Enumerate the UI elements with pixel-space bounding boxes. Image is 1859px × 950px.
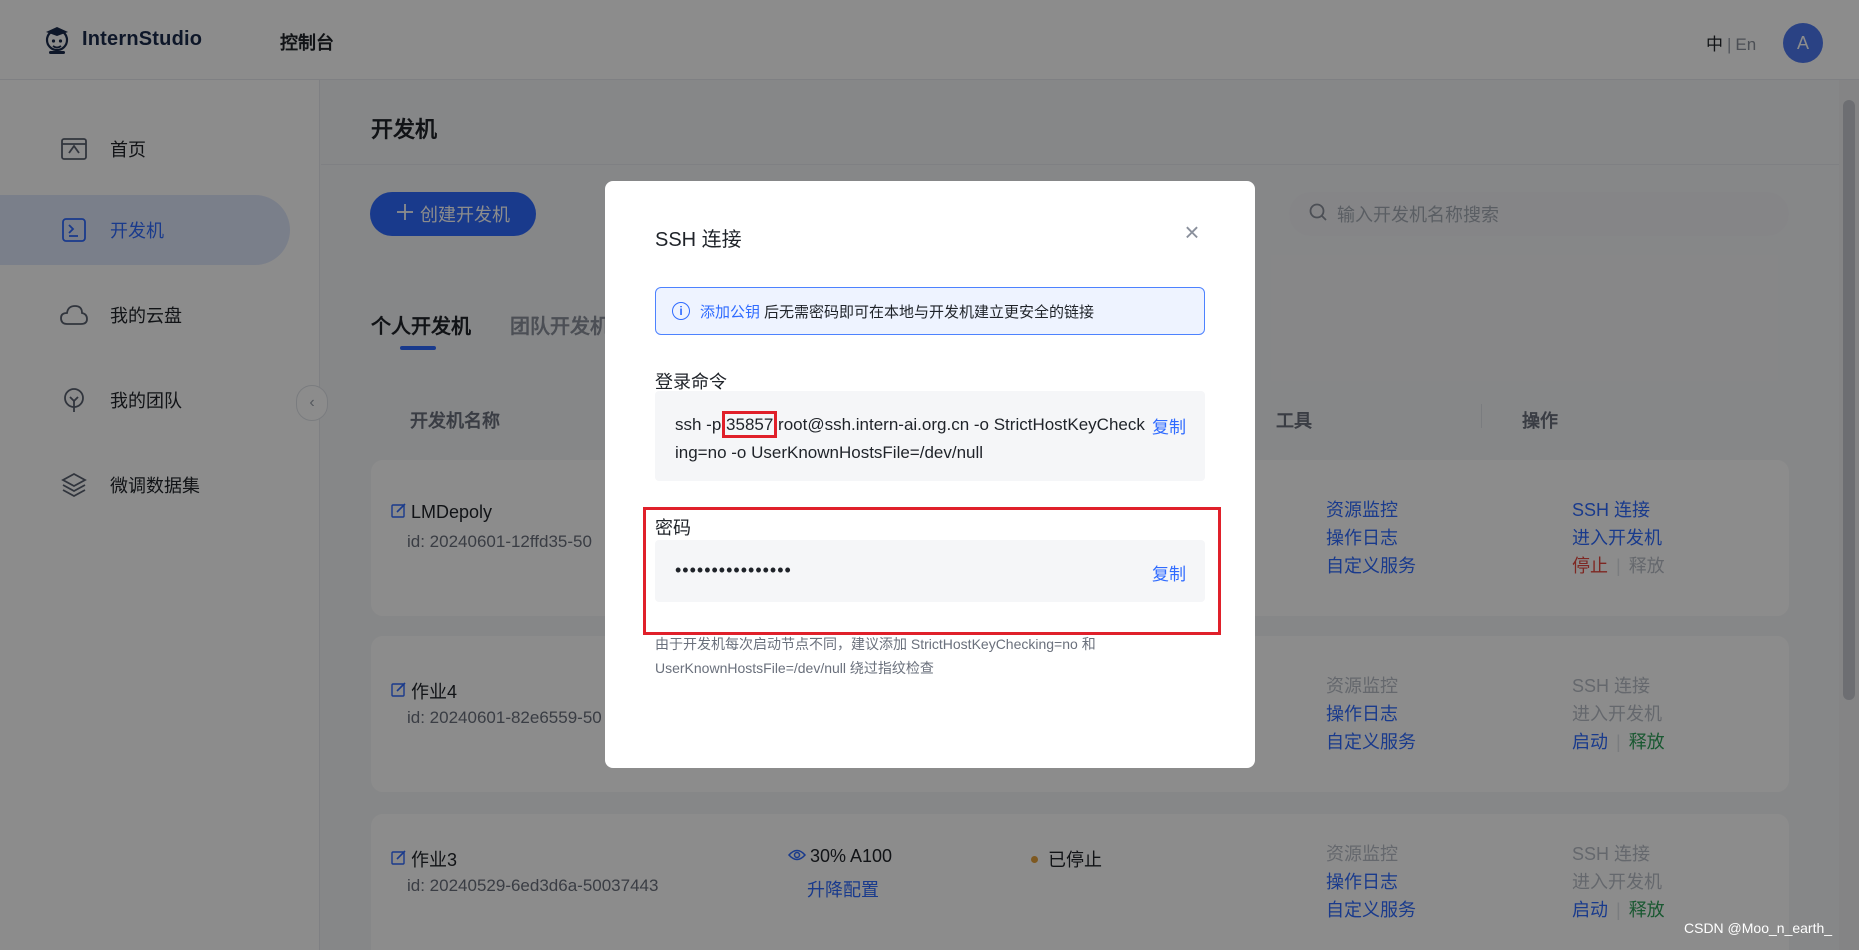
info-banner: i 添加公钥 后无需密码即可在本地与开发机建立更安全的链接 — [655, 287, 1205, 335]
fingerprint-note: 由于开发机每次启动节点不同，建议添加 StrictHostKeyChecking… — [655, 636, 1096, 676]
ssh-port-highlight: 35857 — [722, 411, 778, 438]
password-box: •••••••••••••••• 复制 — [655, 540, 1205, 602]
copy-password-button[interactable]: 复制 — [1152, 560, 1186, 585]
ssh-connection-dialog: SSH 连接 × i 添加公钥 后无需密码即可在本地与开发机建立更安全的链接 登… — [605, 181, 1255, 768]
close-icon[interactable]: × — [1177, 217, 1207, 247]
add-public-key-link[interactable]: 添加公钥 — [700, 301, 760, 322]
password-value[interactable]: •••••••••••••••• — [675, 560, 792, 581]
copy-command-button[interactable]: 复制 — [1152, 413, 1186, 438]
password-label: 密码 — [655, 518, 691, 538]
login-command-text[interactable]: ssh -p 35857 root@ssh.intern-ai.org.cn -… — [675, 411, 1145, 467]
cmd-prefix: ssh -p — [675, 415, 727, 434]
login-command-box: ssh -p 35857 root@ssh.intern-ai.org.cn -… — [655, 391, 1205, 481]
watermark-text: CSDN @Moo_n_earth_ — [1684, 920, 1833, 936]
info-icon: i — [672, 302, 690, 320]
info-text: 后无需密码即可在本地与开发机建立更安全的链接 — [764, 303, 1095, 321]
dialog-title: SSH 连接 — [655, 229, 742, 251]
